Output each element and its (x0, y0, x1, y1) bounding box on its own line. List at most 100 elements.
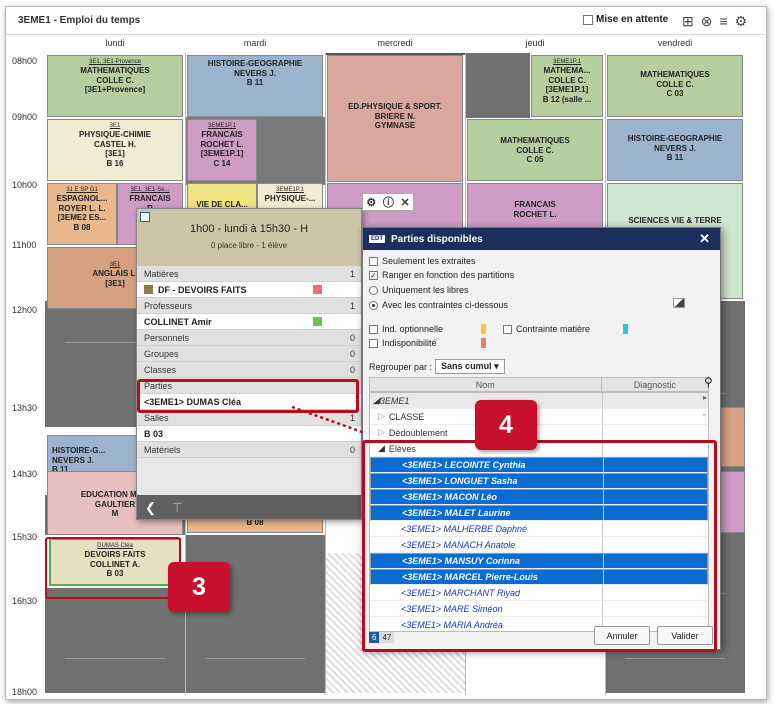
list-header: Nom Diagnostic (369, 377, 709, 392)
popup-value-row[interactable]: DF - DEVOIRS FAITS (137, 282, 361, 298)
course-line: FRANCAIS (129, 194, 171, 204)
share-icon[interactable]: ❮ (145, 500, 156, 515)
course-cell[interactable]: MATHEMATIQUES COLLE C. C 05 (467, 119, 603, 181)
free-slot-line (65, 658, 165, 659)
only-extracted-option[interactable]: Seulement les extraites (369, 256, 476, 266)
status-color-swatch (313, 285, 322, 294)
popup-row-label: Groupes (144, 348, 179, 359)
stack-icon[interactable]: ≡ (719, 13, 727, 30)
day-thursday: jeudi (525, 38, 545, 48)
popup-row-label: Professeurs (144, 300, 193, 311)
popup-row-count: 0 (349, 444, 355, 455)
close-icon[interactable]: ✕ (699, 231, 710, 247)
unavailable-block (465, 53, 530, 118)
highlight-course-box (45, 537, 181, 599)
course-cell[interactable]: 3E1 PHYSIQUE-CHIMIE CASTEL H. [3E1] B 16 (47, 119, 183, 181)
course-line: SCIENCES VIE & TERRE (628, 216, 722, 225)
course-cell[interactable]: HISTOIRE-GEOGRAPHIE NEVERS J. B 11 (187, 55, 323, 117)
course-cell[interactable]: ED.PHYSIQUE & SPORT. BRIERE N. GYMNASE (327, 55, 463, 182)
with-constraints-option[interactable]: Avec les contraintes ci-dessous (369, 300, 508, 310)
subject-constraint-option[interactable]: Contrainte matière (503, 324, 590, 334)
pin-indicator-icon (140, 212, 150, 222)
course-line: COLLE C. (548, 75, 586, 85)
course-line: ROCHET L. (513, 209, 557, 219)
hour-label: 13h30 (12, 403, 38, 413)
course-line: FRANCAIS (514, 200, 556, 209)
col-name-header[interactable]: Nom (370, 378, 601, 391)
popup-time: 1h00 - lundi à 15h30 - H (189, 223, 309, 235)
info-icon[interactable]: ⓘ (383, 194, 394, 210)
legend-swatch (481, 338, 486, 348)
optional-individual-option[interactable]: Ind. optionnelle (369, 324, 443, 334)
course-line: B 11 (246, 78, 264, 88)
course-line: PHYSIQUE-... (264, 194, 316, 204)
scroll-up-arrow-icon[interactable]: ˆ (703, 413, 706, 423)
course-line: C 05 (526, 155, 544, 165)
course-line: B 08 (73, 222, 91, 232)
course-line: C 03 (666, 89, 684, 99)
course-cell[interactable]: 31 E SP G1 ESPAGNOL... ROYER L. L. [3EME2 E… (47, 183, 117, 245)
popup-value-row[interactable]: COLLINET Amir (137, 314, 361, 330)
course-line: ROYER L. L. (58, 203, 106, 213)
cancel-circle-icon[interactable]: ⊗ (701, 13, 713, 30)
window-title: 3EME1 - Emploi du temps (18, 15, 141, 26)
unavailability-option[interactable]: Indisponibilité (369, 338, 437, 348)
course-cell[interactable]: MATHEMATIQUES COLLE C. C 03 (607, 55, 743, 117)
popup-row-count: 0 (349, 348, 355, 359)
course-cell[interactable]: 3E1, 3E1-Provence MATHEMATIQUES COLLE C. [3… (47, 55, 183, 117)
subject-color-swatch (144, 285, 153, 294)
course-group-label: 3EME1P.1 (553, 59, 581, 65)
scroll-right-arrow-icon[interactable]: ▸ (703, 393, 707, 402)
popup-row-label: Matériels (144, 444, 181, 455)
course-line: B 11 (666, 153, 684, 163)
course-line: PHYSIQUE-CHIMIE (78, 130, 151, 140)
col-diagnostic-header[interactable]: Diagnostic (600, 378, 708, 391)
course-line: B 16 (106, 158, 124, 168)
course-line: ESPAGNOL... (56, 194, 108, 204)
course-line: MATHEMATIQUES (500, 136, 570, 145)
sort-by-partitions-option[interactable]: ✓ Ranger en fonction des partitions (369, 270, 514, 280)
popup-row-label: Salles (144, 412, 169, 423)
course-line: HISTOIRE-GEOGRAPHIE (627, 134, 723, 143)
course-line: COLLE C. (516, 145, 554, 155)
popup-section-row: Matériels 0 (137, 442, 361, 458)
gear-icon[interactable]: ⚙ (735, 13, 748, 30)
popup-row-label: DF - DEVOIRS FAITS (158, 284, 247, 295)
hour-label: 16h30 (12, 596, 38, 606)
course-cell[interactable]: 3EME1P.1 MATHEMA... COLLE C. [3EME1P.1] B 12… (531, 55, 603, 117)
course-detail-popup: 1h00 - lundi à 15h30 - H 0 place libre -… (136, 208, 362, 520)
gear-icon[interactable]: ⚙ (366, 196, 376, 209)
unavailable-block (185, 535, 325, 693)
only-free-option[interactable]: Uniquement les libres (369, 285, 469, 295)
popup-row-count: 1 (349, 300, 355, 311)
day-monday: lundi (105, 38, 125, 48)
groupby-select[interactable]: Sans cumul ▾ (435, 359, 505, 374)
hour-label: 12h00 (12, 305, 38, 315)
filter-icon[interactable]: ⊞ (682, 13, 694, 30)
hour-label: 14h30 (12, 469, 38, 479)
pin-icon[interactable]: ⊤ (172, 500, 183, 515)
course-cell[interactable]: HISTOIRE-GEOGRAPHIE NEVERS J. B 11 (607, 119, 743, 181)
legend-swatch (481, 324, 486, 334)
search-icon[interactable]: ⚲ (704, 375, 713, 389)
day-friday: vendredi (657, 38, 693, 48)
course-line: HISTOIRE-GEOGRAPHIE (207, 59, 303, 68)
popup-row-count: 0 (349, 364, 355, 375)
hour-label: 15h30 (12, 532, 38, 542)
list-group-row[interactable]: ▷ Dédoublement (370, 425, 708, 441)
hour-label: 10h00 (12, 180, 38, 190)
popup-toolbar: ⚙ ⓘ ✕ (362, 193, 414, 211)
close-icon[interactable]: ✕ (400, 196, 409, 209)
step-marker-4: 4 (475, 400, 537, 450)
course-line: NEVERS J. (654, 143, 696, 153)
popup-section-row: Professeurs 1 (137, 298, 361, 314)
list-group-row[interactable]: ◢ 3EME1 (370, 393, 708, 409)
course-cell[interactable]: 3EME1P.1 FRANCAIS ROCHET L. [3EME1P.1] C 14 (187, 119, 257, 181)
course-line: MATHEMA... (543, 66, 591, 76)
groupby-control: Regrouper par : Sans cumul ▾ (369, 359, 505, 374)
course-group-label: 3EME1P.1 (208, 123, 236, 129)
list-group-row[interactable]: ▷ CLASSE (370, 409, 708, 425)
dialog-title: Parties disponibles (391, 233, 483, 245)
waiting-checkbox[interactable]: Mise en attente (583, 14, 668, 25)
unavailable-block (45, 588, 185, 693)
